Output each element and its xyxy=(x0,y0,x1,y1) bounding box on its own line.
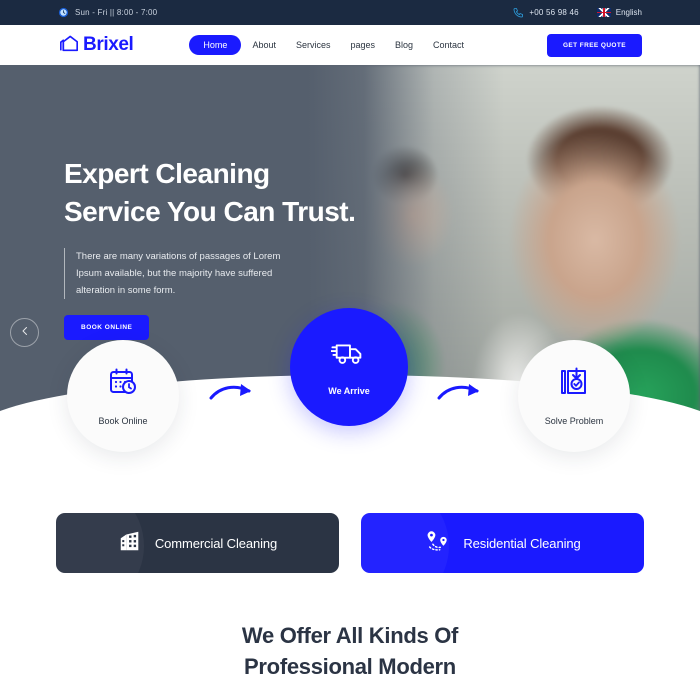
site-logo[interactable]: Brixel xyxy=(58,34,134,57)
process-step-label: Book Online xyxy=(98,416,148,426)
phone-contact[interactable]: +00 56 98 46 xyxy=(512,7,579,19)
topbar-right-group: +00 56 98 46 English xyxy=(512,7,642,19)
card-label: Commercial Cleaning xyxy=(154,535,278,551)
offer-section-heading: We Offer All Kinds Of Professional Moder… xyxy=(0,620,700,677)
language-label: English xyxy=(615,8,642,17)
clock-icon xyxy=(58,7,69,18)
residential-cleaning-card[interactable]: Residential Cleaning xyxy=(361,513,644,573)
nav-item-home[interactable]: Home xyxy=(189,35,242,55)
process-connector-1 xyxy=(208,380,260,406)
process-connector-2 xyxy=(436,380,488,406)
process-step-we-arrive[interactable]: We Arrive xyxy=(290,308,408,426)
curved-arrow-icon xyxy=(437,384,479,400)
top-info-bar: Sun - Fri || 8:00 - 7:00 +00 56 98 46 En… xyxy=(0,0,700,25)
process-step-book-online[interactable]: Book Online xyxy=(67,340,179,452)
nav-item-contact[interactable]: Contact xyxy=(424,35,473,55)
process-step-solve-problem[interactable]: Solve Problem xyxy=(518,340,630,452)
logo-text: Brixel xyxy=(83,34,134,55)
curved-arrow-icon xyxy=(209,384,251,400)
card-label: Residential Cleaning xyxy=(463,535,581,551)
process-step-label: We Arrive xyxy=(328,386,370,396)
landing-page: Sun - Fri || 8:00 - 7:00 +00 56 98 46 En… xyxy=(0,0,700,677)
main-navbar: Brixel Home About Services pages Blog Co… xyxy=(0,25,700,65)
heading-line-2: Professional Modern xyxy=(244,654,456,677)
calendar-clock-icon xyxy=(107,366,139,403)
nav-item-services[interactable]: Services xyxy=(287,35,340,55)
hero-heading-line1: Expert Cleaning xyxy=(64,158,270,189)
hero-heading: Expert Cleaning Service You Can Trust. xyxy=(64,155,394,231)
get-free-quote-button[interactable]: GET FREE QUOTE xyxy=(546,33,642,57)
nav-item-blog[interactable]: Blog xyxy=(386,35,422,55)
hero-heading-line2: Service You Can Trust. xyxy=(64,196,356,227)
phone-icon xyxy=(512,7,524,19)
process-step-label: Solve Problem xyxy=(544,416,604,426)
nav-links: Home About Services pages Blog Contact xyxy=(189,35,473,55)
heading-line-1: We Offer All Kinds Of xyxy=(241,623,459,648)
hero-paragraph: There are many variations of passages of… xyxy=(64,248,294,299)
delivery-truck-icon xyxy=(330,338,367,373)
opening-hours-text: Sun - Fri || 8:00 - 7:00 xyxy=(75,8,158,17)
settings-gear-icon xyxy=(558,366,590,403)
commercial-cleaning-card[interactable]: Commercial Cleaning xyxy=(56,513,339,573)
nav-item-about[interactable]: About xyxy=(243,35,285,55)
phone-number: +00 56 98 46 xyxy=(529,8,579,17)
language-selector[interactable]: English xyxy=(596,8,642,17)
opening-hours: Sun - Fri || 8:00 - 7:00 xyxy=(58,7,157,18)
office-building-icon xyxy=(118,529,142,558)
uk-flag-icon xyxy=(596,8,611,17)
process-steps: Book Online We Arrive Solve Problem xyxy=(0,295,700,452)
house-logo-icon xyxy=(58,34,80,57)
route-pins-icon xyxy=(424,529,450,558)
service-cards: Commercial Cleaning Residential Cleaning xyxy=(0,513,700,573)
nav-item-pages[interactable]: pages xyxy=(341,35,384,55)
